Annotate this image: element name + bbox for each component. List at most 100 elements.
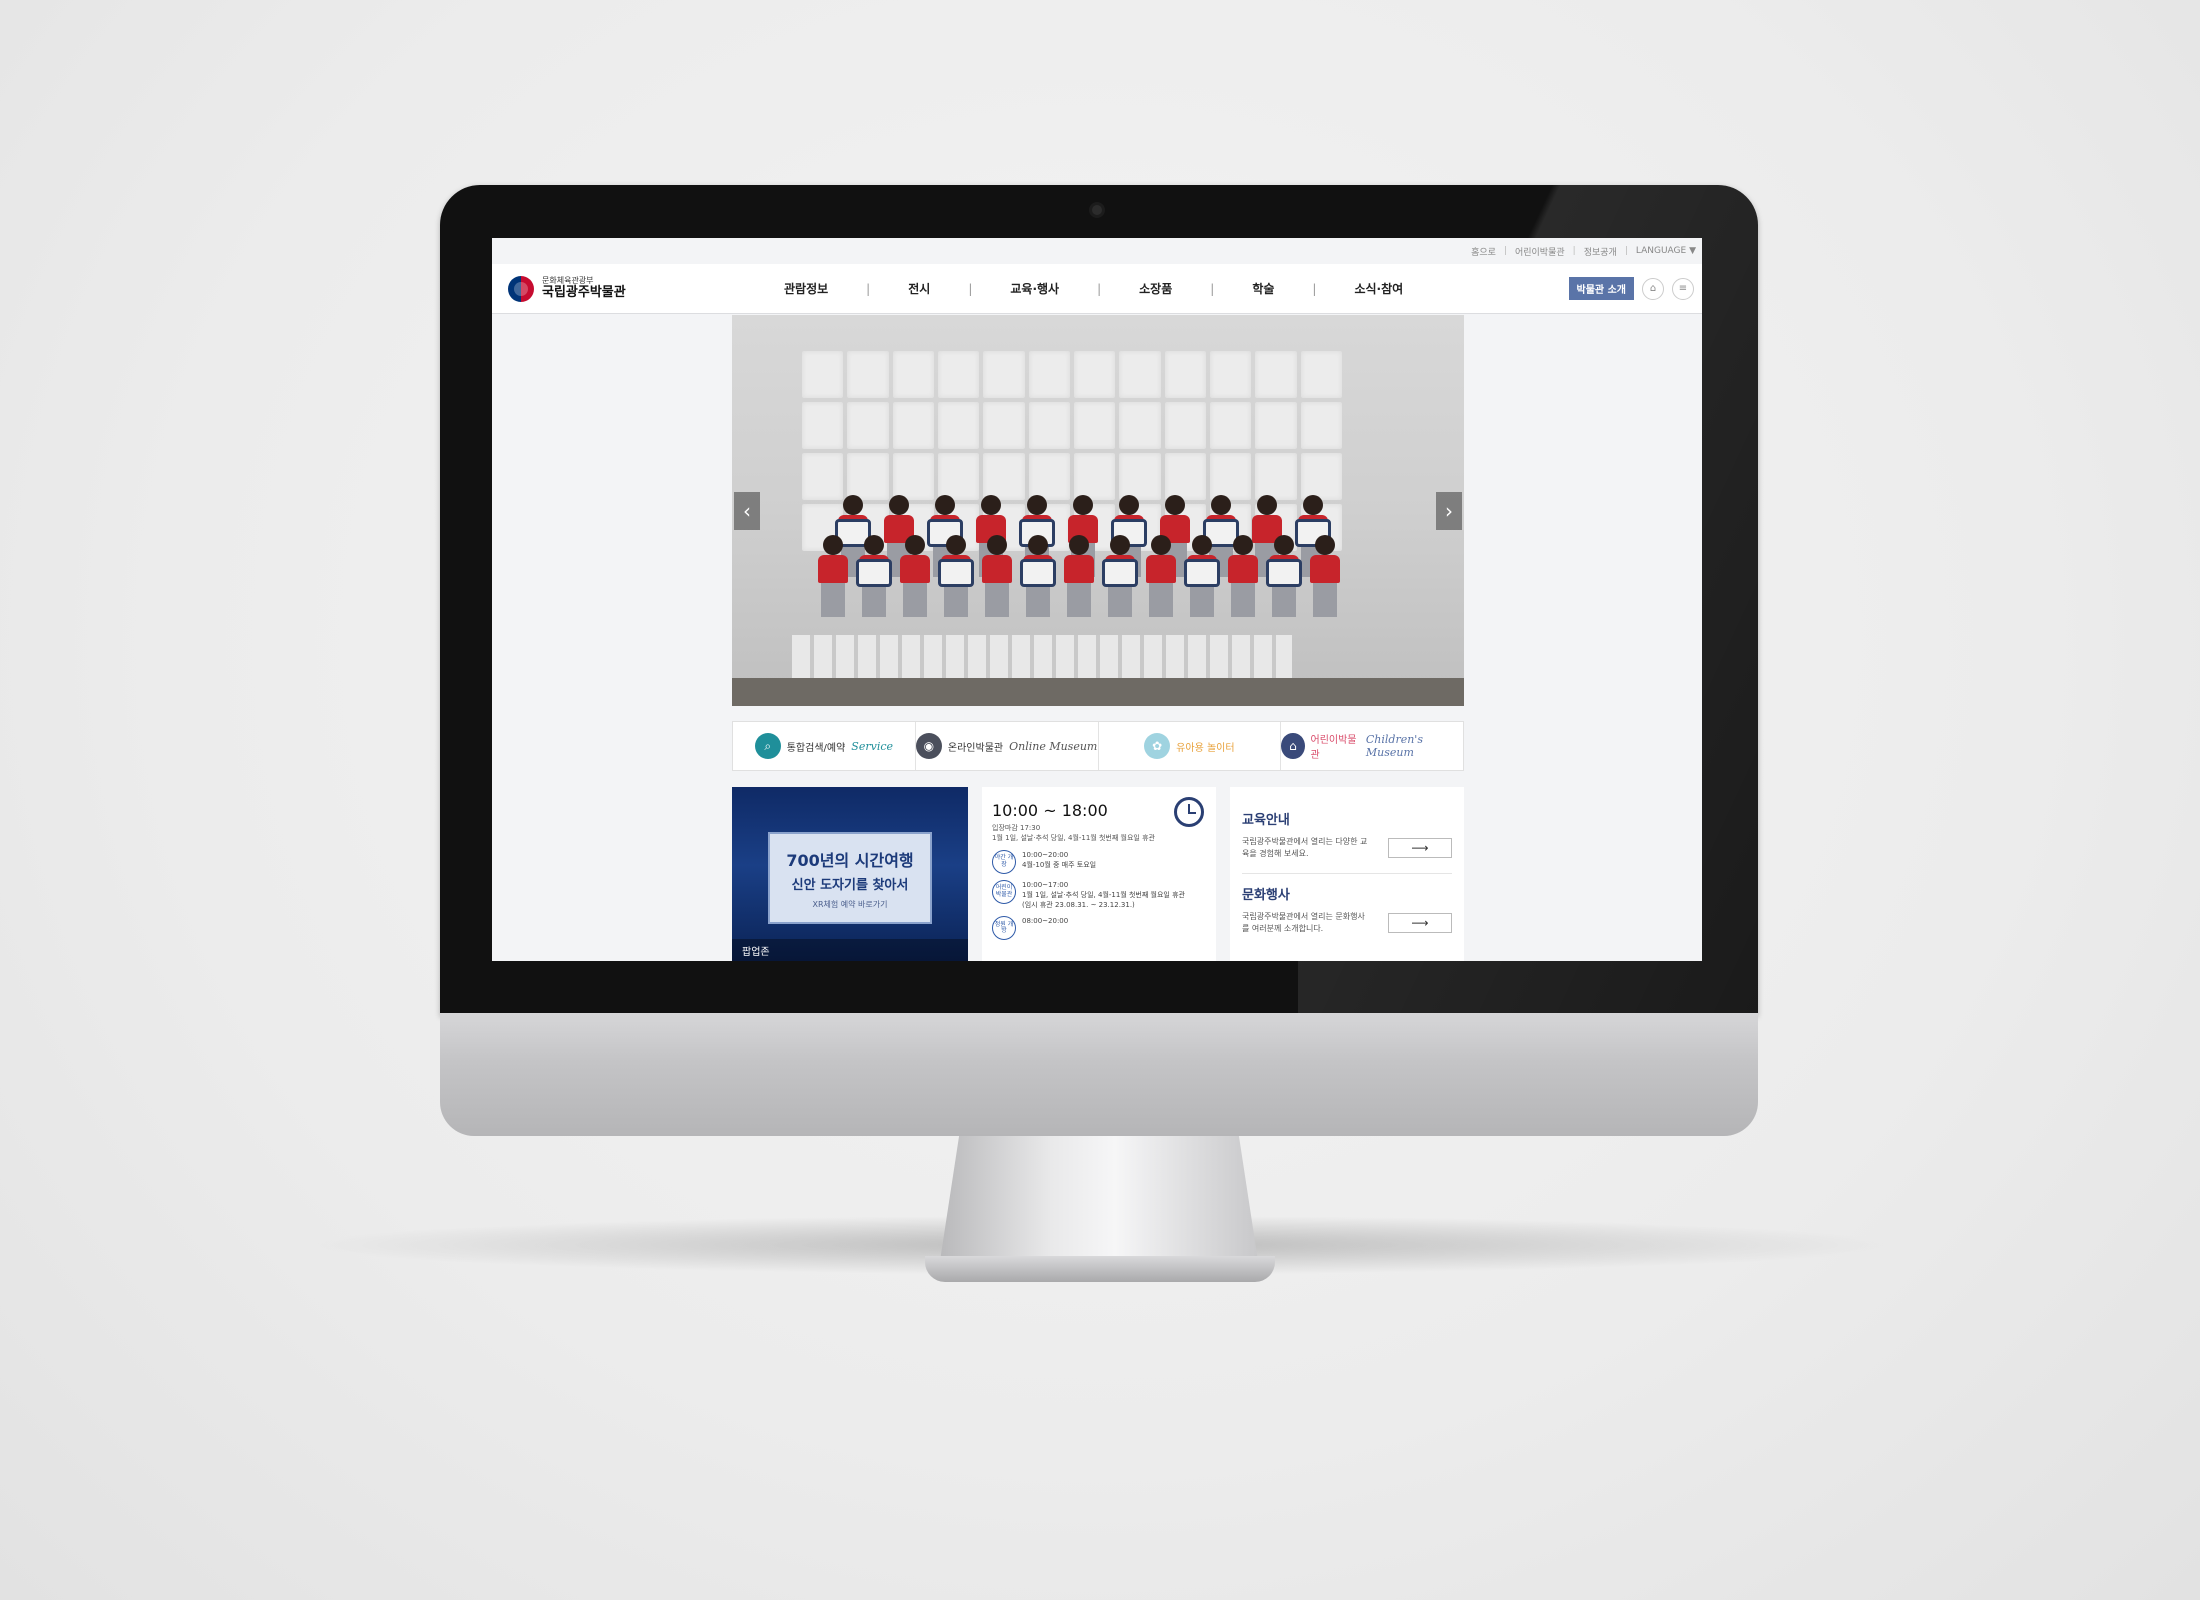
menu-icon[interactable]: ≡	[1672, 277, 1694, 300]
hours-row-night: 야간 개장 10:00~20:00 4월-10월 중 매주 토요일	[992, 849, 1206, 874]
house-icon: ⌂	[1281, 733, 1305, 759]
quicklink-script: Online Museum	[1009, 739, 1098, 753]
hours-badge: 야간 개장	[992, 849, 1016, 874]
edu-desc: 국립광주박물관에서 열리는 다양한 교육을 경험해 보세요.	[1242, 837, 1368, 858]
child-figure	[982, 535, 1012, 617]
child-figure	[1146, 535, 1176, 617]
main-navigation: 관람정보 | 전시 | 교육·행사 | 소장품 | 학술 | 소식·참여	[746, 280, 1441, 297]
quicklink-label: 유아용 놀이터	[1176, 742, 1235, 754]
util-info-link[interactable]: 정보공개	[1584, 245, 1617, 258]
hours-badge: 정원 개방	[992, 916, 1016, 941]
last-entry: 입장마감 17:30	[992, 824, 1041, 832]
popup-zone-label: 팝업존	[732, 939, 968, 961]
sign-prop	[1184, 559, 1220, 587]
hours-badge: 어린이 박물관	[992, 879, 1016, 904]
child-figure	[900, 535, 930, 617]
edu-title: 교육안내	[1242, 813, 1290, 828]
sign-prop	[1102, 559, 1138, 587]
site-header: 문화체육관광부 국립광주박물관 관람정보 | 전시 | 교육·행사 | 소장품 …	[492, 264, 1702, 314]
monitor-stand-base	[925, 1256, 1275, 1282]
hours-row-text: 10:00~20:00 4월-10월 중 매주 토요일	[1022, 850, 1096, 870]
popup-link[interactable]: XR체험 예약 바로가기	[812, 899, 887, 910]
util-home-link[interactable]: 홈으로	[1471, 245, 1496, 258]
util-divider: |	[1572, 246, 1576, 256]
floor-image	[732, 678, 1464, 706]
arrow-right-icon[interactable]: ⟶	[1388, 837, 1452, 858]
quicklink-label: 온라인박물관	[947, 742, 1004, 754]
nav-visit-info[interactable]: 관람정보	[746, 280, 866, 297]
shell-icon: ✿	[1144, 733, 1171, 759]
popup-zone[interactable]: 700년의 시간여행 신안 도자기를 찾아서 XR체험 예약 바로가기 팝업존	[732, 787, 968, 961]
sign-prop	[1266, 559, 1302, 587]
main-visual-slider: ‹ ›	[732, 315, 1464, 706]
edu-block-events: 문화행사 국립광주박물관에서 열리는 문화행사를 여러분께 소개합니다. ⟶	[1242, 873, 1452, 934]
child-figure	[1310, 535, 1340, 617]
popup-banner[interactable]: 700년의 시간여행 신안 도자기를 찾아서 XR체험 예약 바로가기	[768, 832, 932, 924]
logo-text: 문화체육관광부 국립광주박물관	[542, 276, 626, 300]
logo-museum-name: 국립광주박물관	[542, 284, 626, 300]
hours-row-children-museum: 어린이 박물관 10:00~17:00 1월 1일, 설날·추석 당일, 4월-…	[992, 879, 1206, 910]
arrow-right-icon[interactable]: ⟶	[1388, 912, 1452, 933]
children-group-photo	[808, 475, 1368, 685]
utility-bar: 홈으로 | 어린이박물관 | 정보공개 | LANGUAGE ▼	[492, 238, 1702, 264]
slider-next-arrow-icon[interactable]: ›	[1436, 492, 1462, 530]
child-figure	[1228, 535, 1258, 617]
hours-line: 08:00~20:00	[1022, 917, 1069, 926]
education-events-panel: 교육안내 국립광주박물관에서 열리는 다양한 교육을 경험해 보세요. ⟶ 문화…	[1230, 787, 1464, 961]
last-entry-text: 입장마감 17:30 1월 1일, 설날·추석 당일, 4월-11월 첫번째 월…	[992, 824, 1206, 844]
quicklink-online-museum[interactable]: ◉ 온라인박물관 Online Museum	[915, 722, 1099, 770]
quicklink-label: 어린이박물관	[1310, 735, 1357, 761]
popup-subtitle: 신안 도자기를 찾아서	[791, 877, 909, 893]
nav-collection[interactable]: 소장품	[1101, 280, 1210, 297]
edu-row: 국립광주박물관에서 열리는 문화행사를 여러분께 소개합니다. ⟶	[1242, 911, 1452, 934]
child-figure	[1064, 535, 1094, 617]
nav-education-events[interactable]: 교육·행사	[972, 280, 1097, 297]
sign-prop	[938, 559, 974, 587]
child-figure	[818, 535, 848, 617]
opening-hours-panel: 10:00 ~ 18:00 입장마감 17:30 1월 1일, 설날·추석 당일…	[982, 787, 1216, 961]
closed-days: 1월 1일, 설날·추석 당일, 4월-11월 첫번째 월요일 휴관	[992, 833, 1155, 842]
edu-block-education: 교육안내 국립광주박물관에서 열리는 다양한 교육을 경험해 보세요. ⟶	[1242, 809, 1452, 859]
sign-prop	[1020, 559, 1056, 587]
hours-row-garden: 정원 개방 08:00~20:00	[992, 916, 1206, 941]
nav-news[interactable]: 소식·참여	[1316, 280, 1441, 297]
home-icon[interactable]: ⌂	[1642, 277, 1664, 300]
monitor-stand	[940, 1136, 1258, 1261]
quicklink-label: 통합검색/예약	[786, 742, 846, 754]
quicklink-script: Children's Museum	[1365, 733, 1423, 759]
popup-title: 700년의 시간여행	[786, 850, 914, 870]
quicklink-script: Service	[851, 739, 894, 753]
util-divider: |	[1503, 246, 1507, 256]
site-logo[interactable]: 문화체육관광부 국립광주박물관	[508, 275, 708, 302]
hours-line: 10:00~17:00	[1022, 880, 1069, 889]
edu-desc: 국립광주박물관에서 열리는 문화행사를 여러분께 소개합니다.	[1242, 912, 1365, 933]
util-children-link[interactable]: 어린이박물관	[1515, 245, 1565, 258]
search-icon: ⌕	[754, 733, 781, 759]
hours-row-text: 08:00~20:00	[1022, 916, 1068, 926]
quicklink-service[interactable]: ⌕ 통합검색/예약 Service	[733, 722, 916, 770]
camera-icon	[1089, 202, 1105, 218]
nav-research[interactable]: 학술	[1214, 280, 1312, 297]
edu-row: 국립광주박물관에서 열리는 다양한 교육을 경험해 보세요. ⟶	[1242, 836, 1452, 859]
alarm-clock-icon	[1174, 797, 1204, 827]
language-selector[interactable]: LANGUAGE ▼	[1636, 246, 1696, 256]
taegeuk-logo-icon	[508, 275, 534, 302]
slider-prev-arrow-icon[interactable]: ‹	[734, 492, 760, 530]
museum-intro-button[interactable]: 박물관 소개	[1568, 277, 1634, 300]
hours-line: 4월-10월 중 매주 토요일	[1022, 860, 1097, 869]
hours-line: 1월 1일, 설날·추석 당일, 4월-11월 첫번째 월요일 휴관	[1022, 890, 1185, 899]
hours-line: 10:00~20:00	[1022, 850, 1069, 859]
quicklink-children-museum[interactable]: ⌂ 어린이박물관 Children's Museum	[1281, 722, 1463, 770]
nav-exhibition[interactable]: 전시	[870, 280, 968, 297]
website-screen: 홈으로 | 어린이박물관 | 정보공개 | LANGUAGE ▼ 문화체육관광부…	[492, 238, 1702, 961]
edu-title: 문화행사	[1242, 888, 1290, 904]
header-actions: 박물관 소개 ⌂ ≡	[1568, 277, 1694, 300]
monitor-chin	[440, 1013, 1758, 1136]
quicklink-kids-playground[interactable]: ✿ 유아용 놀이터	[1099, 722, 1282, 770]
quick-links: ⌕ 통합검색/예약 Service ◉ 온라인박물관 Online Museum…	[732, 721, 1464, 771]
hours-row-text: 10:00~17:00 1월 1일, 설날·추석 당일, 4월-11월 첫번째 …	[1022, 880, 1185, 910]
user-pin-icon: ◉	[915, 733, 942, 759]
util-divider: |	[1624, 246, 1628, 256]
sign-prop	[856, 559, 892, 587]
hours-line: (임시 휴관 23.08.31. ~ 23.12.31.)	[1022, 900, 1135, 909]
